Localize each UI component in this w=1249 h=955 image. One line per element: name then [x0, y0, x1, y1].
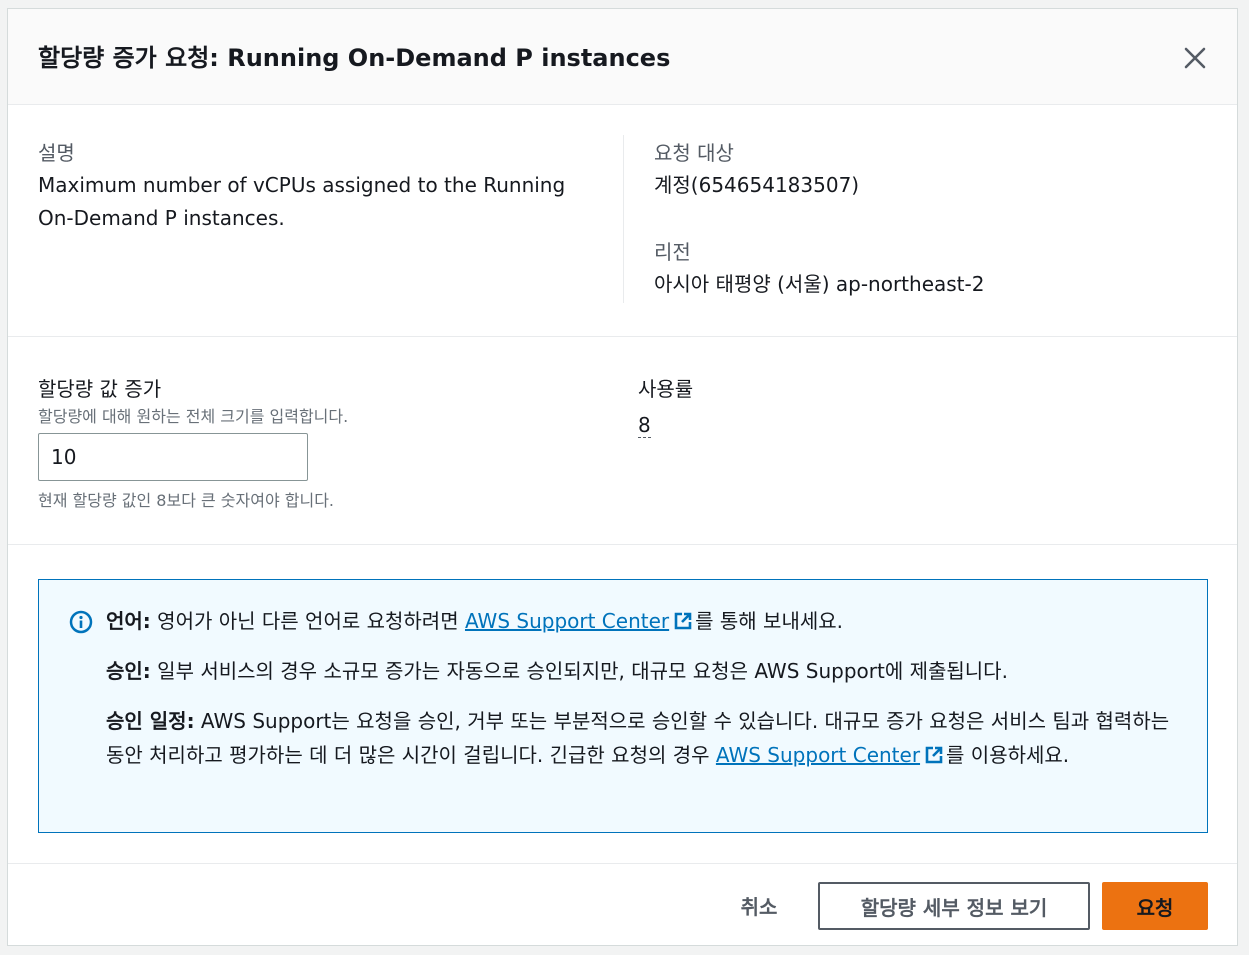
view-quota-details-button[interactable]: 할당량 세부 정보 보기 — [818, 882, 1090, 930]
language-text: 영어가 아닌 다른 언어로 요청하려면 — [150, 609, 465, 633]
quota-details-section: 설명 Maximum number of vCPUs assigned to t… — [8, 105, 1237, 337]
modal-footer: 취소 할당량 세부 정보 보기 요청 — [8, 863, 1237, 946]
description-label: 설명 — [38, 141, 75, 165]
approval-text: 일부 서비스의 경우 소규모 증가는 자동으로 승인되지만, 대규모 요청은 A… — [150, 659, 1008, 683]
info-approval-line: 승인: 일부 서비스의 경우 소규모 증가는 자동으로 승인되지만, 대규모 요… — [106, 654, 1181, 688]
info-icon — [69, 610, 93, 634]
info-alert: 언어: 영어가 아닌 다른 언어로 요청하려면 AWS Support Cent… — [38, 579, 1208, 833]
quota-input-section: 할당량 값 증가 할당량에 대해 원하는 전체 크기를 입력합니다. 현재 할당… — [8, 337, 1237, 545]
region-value: 아시아 태평양 (서울) ap-northeast-2 — [654, 272, 985, 296]
close-icon — [1184, 47, 1206, 69]
modal-header: 할당량 증가 요청: Running On-Demand P instances — [8, 9, 1237, 105]
quota-value-hint: 할당량에 대해 원하는 전체 크기를 입력합니다. — [38, 407, 349, 426]
usage-label: 사용률 — [638, 377, 694, 401]
cancel-button[interactable]: 취소 — [714, 882, 804, 928]
region-label: 리전 — [654, 240, 691, 264]
approval-title: 승인: — [106, 659, 151, 683]
modal-title: 할당량 증가 요청: Running On-Demand P instances — [38, 44, 671, 72]
close-button[interactable] — [1178, 41, 1212, 75]
schedule-suffix: 를 이용하세요. — [946, 743, 1070, 767]
column-divider — [623, 135, 624, 303]
external-link-icon[interactable] — [673, 611, 693, 631]
request-target-label: 요청 대상 — [654, 141, 734, 165]
info-schedule-line: 승인 일정: AWS Support는 요청을 승인, 거부 또는 부분적으로 … — [106, 704, 1181, 772]
info-language-line: 언어: 영어가 아닌 다른 언어로 요청하려면 AWS Support Cent… — [106, 604, 1181, 638]
support-center-link-2[interactable]: AWS Support Center — [716, 743, 920, 767]
schedule-title: 승인 일정: — [106, 709, 195, 733]
description-value: Maximum number of vCPUs assigned to the … — [38, 173, 566, 230]
quota-constraint-text: 현재 할당량 값인 8보다 큰 숫자여야 합니다. — [38, 491, 335, 510]
usage-value[interactable]: 8 — [638, 413, 651, 438]
request-button[interactable]: 요청 — [1102, 882, 1208, 930]
external-link-icon[interactable] — [924, 745, 944, 765]
language-title: 언어: — [106, 609, 151, 633]
support-center-link-1[interactable]: AWS Support Center — [465, 609, 669, 633]
quota-increase-modal: 할당량 증가 요청: Running On-Demand P instances… — [7, 8, 1238, 946]
language-suffix: 를 통해 보내세요. — [695, 609, 843, 633]
quota-value-label: 할당량 값 증가 — [38, 377, 162, 401]
request-target-value: 계정(654654183507) — [654, 173, 860, 197]
quota-value-input[interactable] — [38, 433, 308, 481]
